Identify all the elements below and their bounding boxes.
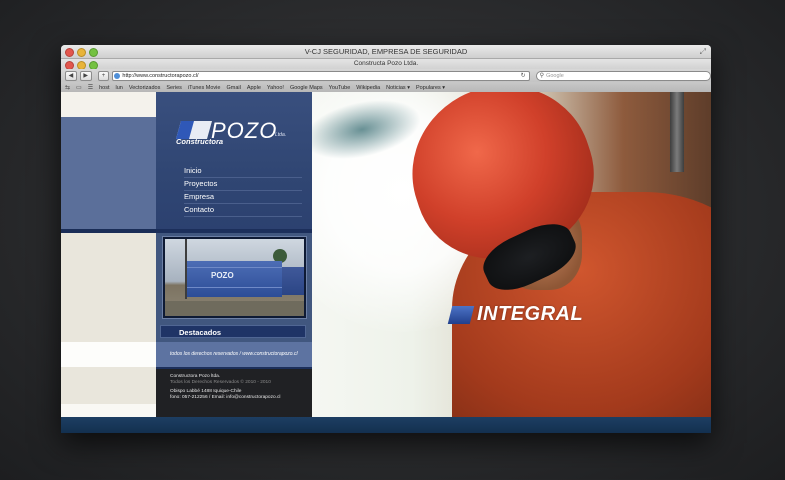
- site-nav: Inicio Proyectos Empresa Contacto: [184, 165, 302, 217]
- hero-banner: INTEGRAL: [312, 92, 711, 417]
- featured-section: POZO Destacados: [156, 233, 312, 342]
- window-title: V-CJ SEGURIDAD, EMPRESA DE SEGURIDAD: [304, 47, 468, 56]
- back-button[interactable]: ◀: [65, 70, 77, 81]
- nav-proyectos[interactable]: Proyectos: [184, 178, 302, 191]
- footer-address: Obispo Labbé 1488 Iquique-Chile: [170, 389, 242, 394]
- nav-empresa[interactable]: Empresa: [184, 191, 302, 204]
- bookmark-item[interactable]: Wikipedia: [356, 85, 380, 91]
- container-label: POZO: [211, 271, 234, 280]
- bookmark-item[interactable]: host: [99, 85, 109, 91]
- bookmark-folder[interactable]: Noticias ▾: [386, 85, 410, 91]
- address-bar[interactable]: http://www.constructorapozo.cl/ ↻: [112, 70, 530, 81]
- featured-photo: POZO: [165, 239, 304, 316]
- bookmark-item[interactable]: lun: [116, 85, 123, 91]
- bookmark-folder[interactable]: Populares ▾: [416, 85, 445, 91]
- browser-tab-title: Constructa Pozo Ltda.: [353, 60, 419, 67]
- sidebar-header: POZO Ltda. Constructora Inicio Proyectos…: [156, 92, 312, 229]
- logo-subtitle: Constructora: [176, 137, 224, 146]
- logo-ltda: Ltda.: [275, 132, 287, 138]
- featured-photo-frame[interactable]: POZO: [162, 236, 307, 319]
- browser-titlebar: Constructa Pozo Ltda.: [61, 59, 711, 70]
- site-sidebar: POZO Ltda. Constructora Inicio Proyectos…: [156, 92, 312, 417]
- window-titlebar: V-CJ SEGURIDAD, EMPRESA DE SEGURIDAD ⤢: [61, 45, 711, 59]
- hero-pipe: [670, 92, 684, 172]
- zoom-button[interactable]: [89, 48, 98, 57]
- rights-band: todos los derechos reservados / www.cons…: [156, 342, 312, 367]
- tagline-word: INTEGRAL: [477, 303, 584, 325]
- bookmark-item[interactable]: Google Maps: [290, 85, 323, 91]
- browser-window: V-CJ SEGURIDAD, EMPRESA DE SEGURIDAD ⤢ C…: [61, 45, 711, 433]
- left-gutter: [61, 367, 156, 404]
- search-field[interactable]: ⚲ Google: [535, 70, 711, 81]
- nav-inicio[interactable]: Inicio: [184, 165, 302, 178]
- container-stripe: [187, 267, 282, 268]
- bookmark-item[interactable]: iTunes Movie: [188, 85, 221, 91]
- bookmark-item[interactable]: YouTube: [329, 85, 351, 91]
- back-arrow-icon: ◀: [68, 72, 74, 79]
- photo-ground: [165, 301, 304, 316]
- left-gutter: [61, 233, 156, 342]
- site-footer: Constructora Pozo ltda. Todos los Derech…: [156, 369, 312, 417]
- left-gutter: [61, 342, 156, 367]
- container-stripe: [187, 287, 282, 288]
- top-sites-icon[interactable]: ⇆: [65, 84, 70, 91]
- bookmark-item[interactable]: Yahoo!: [267, 85, 284, 91]
- plus-icon: +: [101, 72, 106, 79]
- reload-icon[interactable]: ↻: [521, 72, 526, 80]
- forward-arrow-icon: ▶: [83, 72, 88, 79]
- forward-button[interactable]: ▶: [79, 70, 92, 81]
- bookmark-item[interactable]: Vectorizados: [129, 85, 161, 91]
- minimize-button[interactable]: [77, 48, 86, 57]
- footer-copyright: Todos los Derechos Reservados © 2010 - 2…: [170, 380, 271, 385]
- photo-container: POZO: [187, 261, 282, 297]
- hero-tagline: INTEGRAL: [447, 303, 584, 326]
- rights-text: todos los derechos reservados / www.cons…: [170, 351, 298, 357]
- nav-contacto[interactable]: Contacto: [184, 204, 302, 217]
- left-gutter: [61, 117, 156, 229]
- left-gutter: [61, 404, 156, 417]
- reading-list-icon[interactable]: ▭: [76, 84, 82, 91]
- site-logo[interactable]: POZO Ltda. Constructora: [176, 118, 296, 148]
- footer-contact: fono: 057-212256 / Email: info@construct…: [170, 395, 281, 400]
- web-page: POZO Ltda. Constructora Inicio Proyectos…: [61, 92, 711, 433]
- bookmarks-menu-icon[interactable]: ☰: [88, 84, 93, 91]
- left-gutter: [61, 92, 156, 117]
- resize-icon[interactable]: ⤢: [700, 47, 706, 56]
- bookmark-item[interactable]: Gmail: [226, 85, 240, 91]
- search-icon: ⚲: [539, 72, 545, 79]
- destacados-button[interactable]: Destacados: [160, 325, 306, 338]
- search-placeholder: Google: [546, 72, 564, 79]
- window-controls: [65, 48, 98, 57]
- url-text: http://www.constructorapozo.cl/: [122, 72, 199, 79]
- page-bottom-bar: [61, 417, 711, 433]
- footer-company: Constructora Pozo ltda.: [170, 374, 221, 379]
- bookmark-item[interactable]: Series: [166, 85, 182, 91]
- close-button[interactable]: [65, 48, 74, 57]
- browser-toolbar: ◀ ▶ + http://www.constructorapozo.cl/ ↻ …: [61, 69, 711, 82]
- bookmark-item[interactable]: Apple: [247, 85, 261, 91]
- tagline-mark-icon: [447, 305, 475, 324]
- add-bookmark-button[interactable]: +: [97, 70, 110, 81]
- globe-icon: [114, 72, 121, 79]
